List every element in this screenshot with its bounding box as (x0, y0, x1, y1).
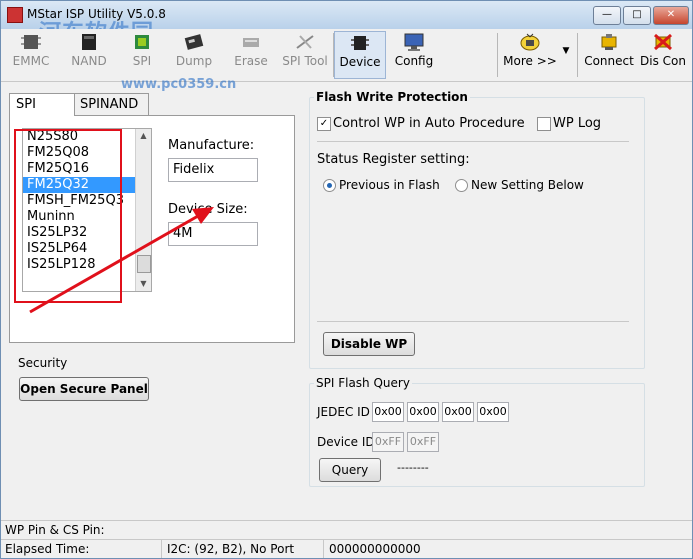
toolbar-device-button[interactable]: Device (334, 31, 386, 79)
device-size-label: Device Size: (168, 202, 248, 217)
toolbar-connect-button[interactable]: Connect (583, 31, 635, 77)
device-id-byte-field: 0xFF (372, 432, 404, 452)
toolbar-disconnect-label: Dis Con (640, 54, 686, 68)
i2c-status: I2C: (92, B2), No Port (161, 540, 317, 558)
list-scrollbar[interactable]: ▲ ▼ (135, 129, 151, 291)
disable-wp-button[interactable]: Disable WP (323, 332, 415, 356)
device-id-byte-field: 0xFF (407, 432, 439, 452)
toolbar-config-button[interactable]: Config (389, 31, 439, 77)
jedec-id-byte-field[interactable]: 0x00 (407, 402, 439, 422)
toolbar-emmc-label: EMMC (12, 54, 50, 68)
jedec-id-byte-field[interactable]: 0x00 (477, 402, 509, 422)
status-bar-wp-pin: WP Pin & CS Pin: (1, 520, 692, 539)
spi-chip-icon (135, 35, 149, 49)
watermark-url: www.pc0359.cn (121, 77, 237, 92)
status-bar: Elapsed Time: I2C: (92, B2), No Port 000… (1, 539, 692, 558)
elapsed-time-label: Elapsed Time: (5, 542, 90, 556)
open-secure-panel-button[interactable]: Open Secure Panel (19, 377, 149, 401)
previous-in-flash-label: Previous in Flash (339, 178, 440, 192)
close-button[interactable]: ✕ (653, 6, 689, 25)
control-wp-checkbox[interactable]: ✓ (317, 117, 331, 131)
dump-icon (184, 34, 204, 50)
tab-spi[interactable]: SPI (9, 93, 75, 116)
scroll-down-arrow[interactable]: ▼ (136, 277, 151, 291)
toolbar-device-label: Device (339, 55, 381, 69)
jedec-id-label: JEDEC ID (317, 405, 370, 419)
device-icon (351, 36, 369, 50)
toolbar-nand-button[interactable]: NAND (63, 31, 115, 77)
jedec-id-byte-field[interactable]: 0x00 (442, 402, 474, 422)
divider (317, 141, 629, 142)
toolbar-more-label: More >> (503, 54, 557, 68)
manufacture-field[interactable]: Fidelix (168, 158, 258, 182)
connect-icon (601, 34, 617, 50)
toolbar-separator (497, 33, 498, 77)
toolbar-config-label: Config (394, 54, 434, 68)
wp-log-label: WP Log (553, 116, 602, 131)
toolbar-spi-label: SPI (132, 54, 152, 68)
disconnect-icon (654, 33, 672, 51)
app-icon (7, 7, 23, 23)
new-setting-label: New Setting Below (471, 178, 584, 192)
chip-icon (21, 35, 41, 49)
toolbar-spi-tool-button[interactable]: SPI Tool (279, 31, 331, 77)
wp-log-checkbox[interactable] (537, 117, 551, 131)
toolbar-disconnect-button[interactable]: Dis Con (639, 31, 687, 77)
toolbar-connect-label: Connect (584, 54, 634, 68)
previous-in-flash-radio[interactable] (323, 179, 336, 192)
status-register-label: Status Register setting: (317, 152, 470, 167)
toolbar-spi-tool-label: SPI Tool (282, 54, 328, 68)
nand-chip-icon (82, 34, 96, 50)
counter-status: 000000000000 (323, 540, 529, 558)
title-bar: MStar ISP Utility V5.0.8 河东软件园 — □ ✕ (1, 1, 692, 46)
toolbar-more-button[interactable]: More >> (503, 31, 557, 77)
toolbar-erase-button[interactable]: Erase (227, 31, 275, 77)
manufacture-label: Manufacture: (168, 138, 255, 153)
flash-write-protection-group: Flash Write Protection (309, 90, 645, 369)
control-wp-label: Control WP in Auto Procedure (333, 116, 525, 131)
toolbar-separator (577, 33, 578, 77)
device-size-field[interactable]: 4M (168, 222, 258, 246)
toolbar-emmc-button[interactable]: EMMC (5, 31, 57, 77)
minimize-button[interactable]: — (593, 6, 621, 25)
toolbar-dump-label: Dump (175, 54, 213, 68)
query-result: -------- (397, 461, 429, 474)
tv-icon (520, 33, 540, 51)
tab-spinand[interactable]: SPINAND (73, 93, 149, 115)
spi-flash-query-title: SPI Flash Query (314, 376, 412, 390)
toolbar-more-dropdown[interactable]: ▼ (559, 31, 573, 77)
eraser-icon (243, 38, 259, 47)
toolbar-nand-label: NAND (71, 54, 107, 68)
config-monitor-icon (404, 33, 424, 51)
divider (317, 321, 629, 322)
query-button[interactable]: Query (319, 458, 381, 482)
wp-pin-label: WP Pin & CS Pin: (5, 523, 105, 537)
toolbar-erase-label: Erase (234, 54, 268, 68)
maximize-button[interactable]: □ (623, 6, 651, 25)
spi-tool-icon (296, 35, 314, 49)
new-setting-radio[interactable] (455, 179, 468, 192)
toolbar: www.pc0359.cn EMMC NAND SPI Dump Erase S… (1, 29, 692, 92)
flash-write-protection-title: Flash Write Protection (314, 90, 470, 104)
scroll-up-arrow[interactable]: ▲ (136, 129, 151, 143)
toolbar-dump-button[interactable]: Dump (169, 31, 219, 77)
security-title: Security (16, 356, 70, 370)
annotation-red-box (14, 129, 122, 303)
device-id-label: Device ID (317, 435, 375, 449)
toolbar-spi-button[interactable]: SPI (119, 31, 165, 77)
jedec-id-byte-field[interactable]: 0x00 (372, 402, 404, 422)
scroll-thumb[interactable] (137, 255, 151, 273)
